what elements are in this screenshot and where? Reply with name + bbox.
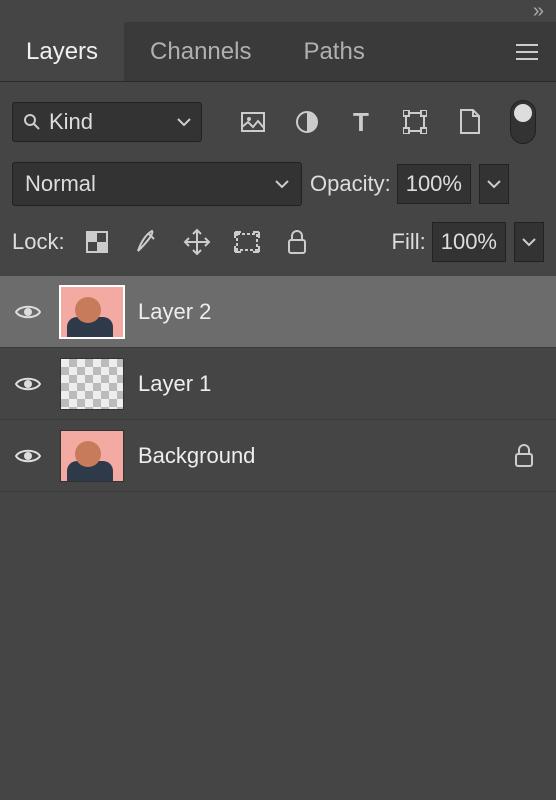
filter-type-icon[interactable]: T xyxy=(348,109,374,135)
layer-thumbnail[interactable] xyxy=(60,358,124,410)
expand-bar: » xyxy=(0,0,556,22)
layer-row[interactable]: Background xyxy=(0,420,556,492)
filter-toggle-pill[interactable] xyxy=(510,100,536,144)
opacity-value: 100% xyxy=(406,171,462,197)
opacity-input[interactable]: 100% xyxy=(397,164,471,204)
search-icon xyxy=(23,113,41,131)
filter-adjustment-icon[interactable] xyxy=(294,109,320,135)
tab-channels[interactable]: Channels xyxy=(124,22,277,81)
layers-panel: » Layers Channels Paths Kind xyxy=(0,0,556,800)
opacity-block: Opacity: 100% xyxy=(310,164,509,204)
blend-mode-value: Normal xyxy=(25,171,96,197)
fill-block: Fill: 100% xyxy=(392,222,545,262)
lock-row: Lock: Fill: 100% xyxy=(0,216,556,276)
filter-row: Kind T xyxy=(0,82,556,156)
fill-label: Fill: xyxy=(392,229,426,255)
layer-name[interactable]: Layer 1 xyxy=(138,371,546,397)
lock-pixels-icon[interactable] xyxy=(133,228,161,256)
layer-name[interactable]: Layer 2 xyxy=(138,299,546,325)
lock-position-icon[interactable] xyxy=(183,228,211,256)
layer-row[interactable]: Layer 2 xyxy=(0,276,556,348)
lock-label: Lock: xyxy=(12,229,65,255)
layer-thumbnail[interactable] xyxy=(60,286,124,338)
layer-name[interactable]: Background xyxy=(138,443,496,469)
opacity-label: Opacity: xyxy=(310,171,391,197)
filter-shape-icon[interactable] xyxy=(402,109,428,135)
filter-type-icons: T xyxy=(220,100,544,144)
filter-pixel-icon[interactable] xyxy=(240,109,266,135)
blend-row: Normal Opacity: 100% xyxy=(0,156,556,216)
fill-value: 100% xyxy=(441,229,497,255)
kind-filter-label: Kind xyxy=(49,109,177,135)
blend-mode-dropdown[interactable]: Normal xyxy=(12,162,302,206)
layers-list: Layer 2 Layer 1 Background xyxy=(0,276,556,800)
tab-layers[interactable]: Layers xyxy=(0,22,124,81)
chevron-down-icon xyxy=(177,117,191,127)
expand-icon[interactable]: » xyxy=(533,0,544,23)
lock-transparency-icon[interactable] xyxy=(83,228,111,256)
fill-input[interactable]: 100% xyxy=(432,222,506,262)
lock-all-icon[interactable] xyxy=(283,228,311,256)
panel-tabs: Layers Channels Paths xyxy=(0,22,556,82)
lock-icons xyxy=(83,228,311,256)
tab-paths[interactable]: Paths xyxy=(277,22,390,81)
panel-menu-icon[interactable] xyxy=(498,22,556,81)
kind-filter-dropdown[interactable]: Kind xyxy=(12,102,202,142)
lock-icon xyxy=(510,442,538,470)
layer-thumbnail[interactable] xyxy=(60,430,124,482)
opacity-slider-toggle[interactable] xyxy=(479,164,509,204)
visibility-toggle[interactable] xyxy=(10,447,46,465)
fill-slider-toggle[interactable] xyxy=(514,222,544,262)
filter-smartobject-icon[interactable] xyxy=(456,109,482,135)
visibility-toggle[interactable] xyxy=(10,375,46,393)
chevron-down-icon xyxy=(275,179,289,189)
layer-row[interactable]: Layer 1 xyxy=(0,348,556,420)
visibility-toggle[interactable] xyxy=(10,303,46,321)
lock-artboard-icon[interactable] xyxy=(233,228,261,256)
